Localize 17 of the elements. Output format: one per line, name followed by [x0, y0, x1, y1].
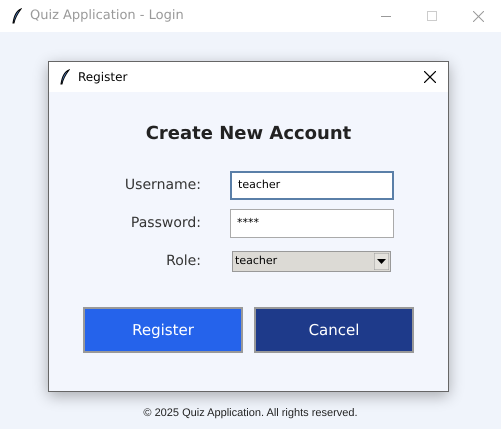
- dialog-button[interactable]: Cancel: [254, 307, 414, 353]
- dialog-title: Register: [78, 69, 128, 86]
- close-icon: [472, 10, 484, 22]
- window-title: Quiz Application - Login: [30, 7, 184, 26]
- feather-icon: [60, 69, 70, 85]
- field-label: Password:: [130, 214, 201, 232]
- feather-icon: [12, 8, 22, 24]
- role-dropdown[interactable]: teacher: [232, 250, 391, 272]
- dropdown-arrow-icon: [374, 252, 389, 270]
- field-label: Username:: [124, 176, 201, 194]
- input-field[interactable]: ****: [230, 208, 394, 238]
- close-icon: [424, 71, 436, 83]
- input-field[interactable]: teacher: [230, 170, 394, 200]
- dialog-button[interactable]: Register: [83, 307, 243, 353]
- field-label: Role:: [165, 252, 201, 270]
- dialog-heading: Create New Account: [144, 122, 352, 146]
- footer-text: © 2025 Quiz Application. All rights reserved.: [142, 406, 359, 421]
